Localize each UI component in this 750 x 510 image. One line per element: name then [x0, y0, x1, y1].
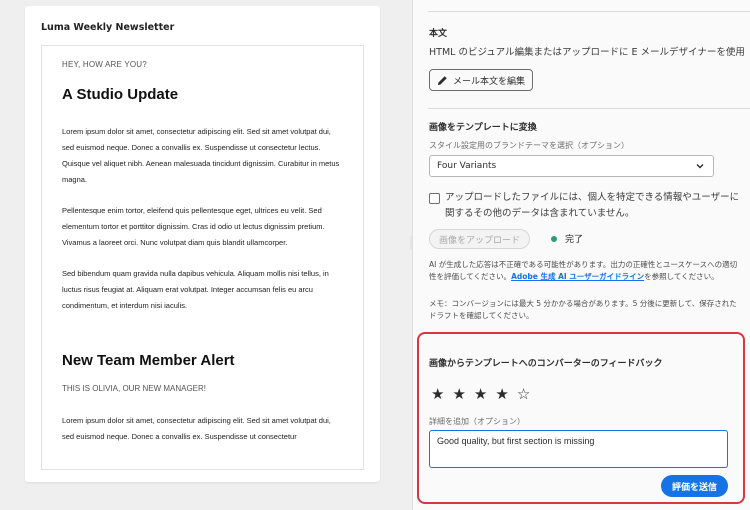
consent-checkbox[interactable]	[429, 193, 440, 204]
ai-notice: AI が生成した応答は不正確である可能性があります。出力の正確性とユースケースへ…	[429, 259, 739, 282]
chevron-down-icon	[696, 164, 704, 169]
status-dot-icon	[551, 236, 557, 242]
star-empty-icon[interactable]: ☆	[517, 386, 530, 402]
preview-title: Luma Weekly Newsletter	[41, 22, 175, 33]
preview-card: Luma Weekly Newsletter HEY, HOW ARE YOU?…	[25, 6, 380, 482]
email-paragraph-2: Pellentesque enim tortor, eleifend quis …	[62, 206, 325, 247]
email-heading-2: New Team Member Alert	[62, 352, 235, 369]
edit-email-body-button[interactable]: メール本文を編集	[429, 69, 533, 91]
email-preview[interactable]: HEY, HOW ARE YOU? A Studio Update Lorem …	[41, 45, 364, 470]
star-filled-icon[interactable]: ★	[452, 386, 465, 402]
conversion-memo: メモ：コンバージョンには最大 5 分かかる場合があります。5 分後に更新して、保…	[429, 299, 737, 320]
divider	[428, 11, 750, 12]
consent-text: アップロードしたファイルには、個人を特定できる情報やユーザーに関するその他のデー…	[445, 192, 740, 219]
star-filled-icon[interactable]: ★	[495, 386, 508, 402]
email-paragraph-3: Sed bibendum quam gravida nulla dapibus …	[62, 269, 329, 310]
submit-rating-button[interactable]: 評価を送信	[661, 475, 728, 497]
convert-section-heading: 画像をテンプレートに変換	[429, 123, 537, 133]
pencil-icon	[437, 75, 447, 85]
details-label: 詳細を追加（オプション）	[429, 417, 525, 426]
edit-email-body-label: メール本文を編集	[453, 76, 526, 87]
upload-image-button[interactable]: 画像をアップロード	[429, 229, 530, 249]
feedback-heading: 画像からテンプレートへのコンバーターのフィードバック	[429, 359, 663, 369]
star-filled-icon[interactable]: ★	[431, 386, 444, 402]
star-rating[interactable]: ★ ★ ★ ★ ☆	[431, 386, 530, 402]
email-heading-1: A Studio Update	[62, 86, 179, 103]
email-paragraph-1: Lorem ipsum dolor sit amet, consectetur …	[62, 127, 340, 184]
feedback-details-textarea[interactable]: Good quality, but first section is missi…	[429, 430, 728, 468]
theme-select-label: スタイル設定用のブランドテーマを選択（オプション）	[429, 141, 629, 150]
ai-notice-text-end: を参照してください。	[644, 271, 719, 281]
email-eyebrow: HEY, HOW ARE YOU?	[62, 60, 147, 69]
email-paragraph-4: Lorem ipsum dolor sit amet, consectetur …	[62, 416, 331, 441]
email-eyebrow-2: THIS IS OLIVIA, OUR NEW MANAGER!	[62, 384, 207, 393]
body-section-heading: 本文	[429, 29, 448, 39]
divider	[428, 108, 750, 109]
star-filled-icon[interactable]: ★	[474, 386, 487, 402]
status-text: 完了	[565, 235, 584, 245]
theme-select-value: Four Variants	[437, 161, 497, 171]
ai-guidelines-link[interactable]: Adobe 生成 AI ユーザーガイドライン	[511, 272, 644, 281]
body-section-description: HTML のビジュアル編集またはアップロードに E メールデザイナーを使用	[429, 47, 745, 58]
theme-select[interactable]: Four Variants	[429, 155, 714, 177]
